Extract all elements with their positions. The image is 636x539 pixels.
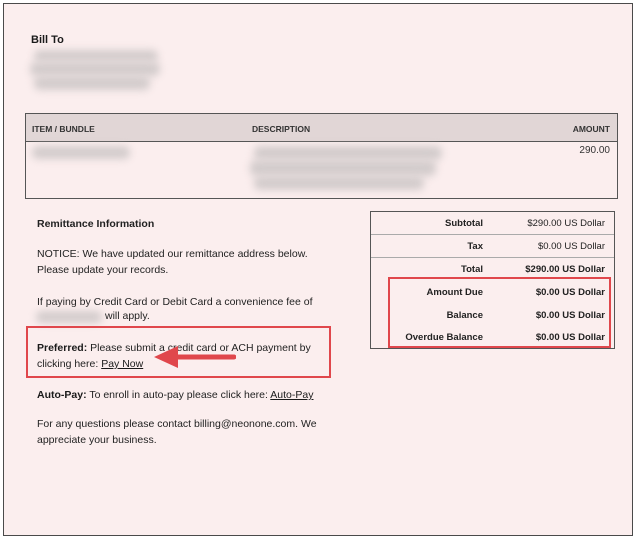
redacted-name	[34, 50, 158, 62]
items-table: ITEM / BUNDLE DESCRIPTION AMOUNT 290.00	[25, 113, 618, 199]
totals-row-tax: Tax $0.00 US Dollar	[371, 235, 614, 258]
redacted-address-line	[34, 76, 150, 90]
redacted-description	[250, 160, 436, 176]
autopay-link[interactable]: Auto-Pay	[270, 389, 313, 401]
totals-row-subtotal: Subtotal $290.00 US Dollar	[371, 212, 614, 235]
convenience-fee-text: If paying by Credit Card or Debit Card a…	[37, 296, 313, 308]
autopay-text: Auto-Pay: To enroll in auto-pay please c…	[37, 387, 337, 403]
convenience-fee-tail: will apply.	[105, 310, 150, 322]
items-table-header: ITEM / BUNDLE DESCRIPTION AMOUNT	[26, 114, 617, 142]
total-label: Total	[461, 264, 483, 275]
column-header-amount: AMOUNT	[572, 124, 610, 134]
autopay-instructions: To enroll in auto-pay please click here:	[89, 389, 268, 401]
tax-label: Tax	[467, 241, 483, 252]
item-amount: 290.00	[579, 145, 610, 156]
total-value: $290.00 US Dollar	[525, 264, 605, 275]
redacted-fee-amount	[36, 311, 102, 323]
redacted-description	[254, 146, 442, 160]
redacted-item-name	[32, 146, 130, 159]
redacted-description	[254, 176, 424, 190]
subtotal-value: $290.00 US Dollar	[527, 218, 605, 229]
remittance-notice: NOTICE: We have updated our remittance a…	[37, 248, 308, 276]
tax-value: $0.00 US Dollar	[537, 241, 605, 252]
contact-text: For any questions please contact billing…	[37, 418, 317, 446]
autopay-label: Auto-Pay:	[37, 389, 87, 401]
balance-highlight-box	[388, 277, 611, 348]
bill-to-label: Bill To	[31, 34, 64, 46]
remittance-title: Remittance Information	[37, 218, 155, 230]
column-header-item: ITEM / BUNDLE	[32, 124, 95, 134]
column-header-description: DESCRIPTION	[252, 124, 311, 134]
red-arrow-icon	[154, 346, 236, 368]
redacted-address-line	[30, 62, 160, 76]
invoice-page: Bill To ITEM / BUNDLE DESCRIPTION AMOUNT…	[3, 3, 633, 536]
subtotal-label: Subtotal	[445, 218, 483, 229]
